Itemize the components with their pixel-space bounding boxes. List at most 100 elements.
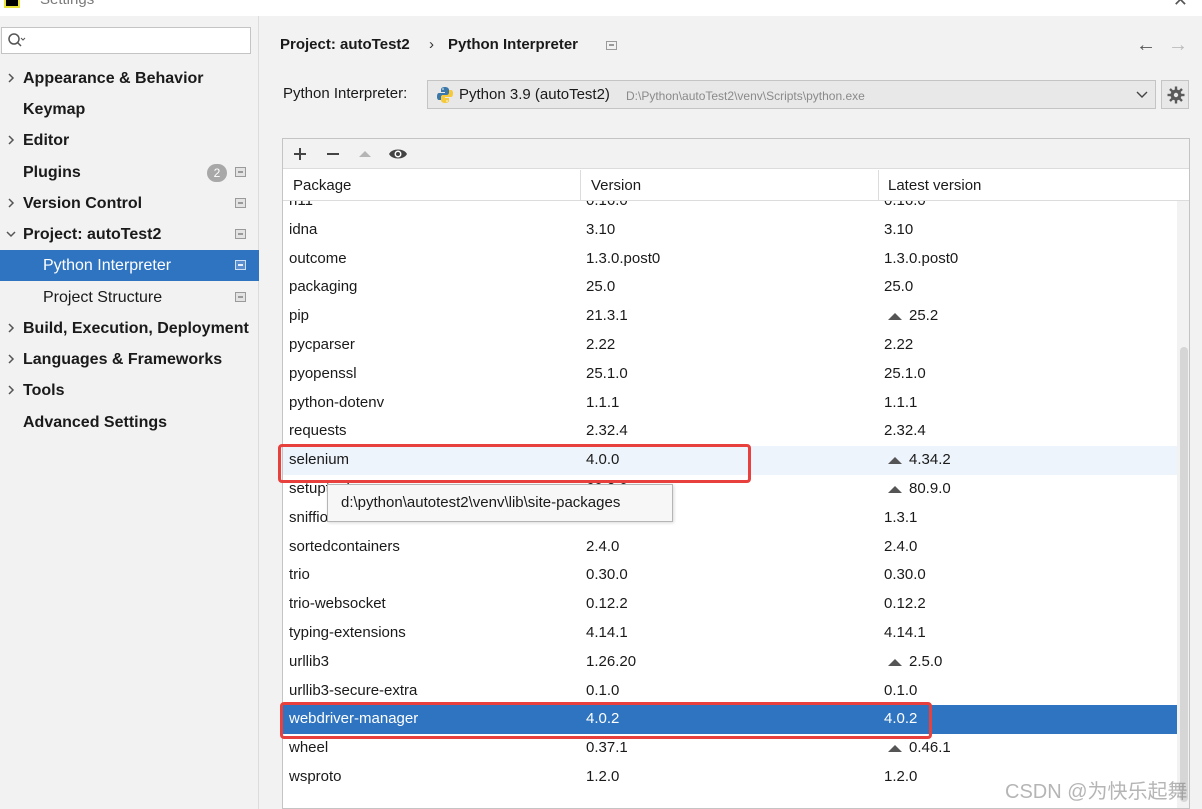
table-row[interactable]: sortedcontainers 2.4.0 2.4.0 xyxy=(283,533,1177,562)
table-row[interactable]: urllib3 1.26.20 2.5.0 xyxy=(283,648,1177,677)
close-icon[interactable]: ✕ xyxy=(1173,0,1188,11)
vertical-scrollbar[interactable] xyxy=(1177,201,1189,808)
package-name: outcome xyxy=(289,250,347,267)
sidebar-item-project-structure[interactable]: Project Structure xyxy=(0,282,259,313)
table-row[interactable]: python-dotenv 1.1.1 1.1.1 xyxy=(283,389,1177,418)
table-row[interactable]: trio 0.30.0 0.30.0 xyxy=(283,561,1177,590)
package-name: trio-websocket xyxy=(289,595,386,612)
chevron-right-icon xyxy=(8,385,15,395)
package-version: 25.1.0 xyxy=(586,365,628,382)
package-name: typing-extensions xyxy=(289,624,406,641)
interpreter-select[interactable]: Python 3.9 (autoTest2) D:\Python\autoTes… xyxy=(427,80,1156,109)
sidebar-item-label: Languages & Frameworks xyxy=(23,350,223,368)
project-scope-icon xyxy=(235,167,246,177)
package-version: 0.16.0 xyxy=(586,201,628,209)
sidebar-item-label: Advanced Settings xyxy=(23,413,168,431)
sidebar-item-label: Plugins xyxy=(23,163,81,181)
package-version: 21.3.1 xyxy=(586,307,628,324)
eye-icon[interactable] xyxy=(388,144,408,164)
table-row[interactable]: h11 0.16.0 0.16.0 xyxy=(283,201,1177,216)
sidebar-item-editor[interactable]: Editor xyxy=(0,125,259,156)
search-input[interactable] xyxy=(1,27,251,54)
settings-sidebar: Appearance & Behavior Keymap Editor Plug… xyxy=(0,16,259,809)
chevron-right-icon xyxy=(8,135,15,145)
package-version: 1.3.0.post0 xyxy=(586,250,661,267)
package-name: python-dotenv xyxy=(289,394,385,411)
interpreter-path: D:\Python\autoTest2\venv\Scripts\python.… xyxy=(626,89,865,103)
sidebar-item-python-interpreter[interactable]: Python Interpreter xyxy=(0,250,259,281)
sidebar-item-languages[interactable]: Languages & Frameworks xyxy=(0,344,259,375)
sidebar-item-label: Version Control xyxy=(23,194,143,212)
window-title: Settings xyxy=(40,0,94,8)
project-scope-icon xyxy=(606,41,617,50)
remove-package-icon[interactable] xyxy=(323,144,343,164)
upgrade-available-icon xyxy=(888,659,902,666)
column-header-latest-version[interactable]: Latest version xyxy=(888,177,981,194)
column-header-version[interactable]: Version xyxy=(591,177,641,194)
sidebar-item-advanced-settings[interactable]: Advanced Settings xyxy=(0,407,259,438)
package-name: h11 xyxy=(289,201,313,209)
back-arrow-icon[interactable]: ← xyxy=(1136,34,1156,57)
package-latest-version: 0.12.2 xyxy=(884,595,926,612)
sidebar-item-label: Project: autoTest2 xyxy=(23,225,162,243)
sidebar-item-plugins[interactable]: Plugins 2 xyxy=(0,157,259,188)
packages-toolbar xyxy=(283,139,1189,169)
package-latest-version: 1.1.1 xyxy=(884,394,918,411)
chevron-down-icon xyxy=(6,231,16,238)
package-name: sniffio xyxy=(289,509,328,526)
column-divider[interactable] xyxy=(580,170,581,201)
update-count-badge: 2 xyxy=(207,164,227,182)
package-latest-version: 2.22 xyxy=(884,336,914,353)
sidebar-item-build[interactable]: Build, Execution, Deployment xyxy=(0,313,259,344)
package-version: 25.0 xyxy=(586,278,616,295)
table-row[interactable]: trio-websocket 0.12.2 0.12.2 xyxy=(283,590,1177,619)
package-version: 4.14.1 xyxy=(586,624,628,641)
python-icon xyxy=(437,87,453,103)
chevron-right-icon xyxy=(8,323,15,333)
upgrade-available-icon xyxy=(888,313,902,320)
package-latest-version: 25.0 xyxy=(884,278,914,295)
table-row[interactable]: pyopenssl 25.1.0 25.1.0 xyxy=(283,360,1177,389)
package-name: requests xyxy=(289,422,347,439)
interpreter-name: Python 3.9 (autoTest2) xyxy=(459,86,610,103)
sidebar-item-label: Build, Execution, Deployment xyxy=(23,319,249,337)
sidebar-item-keymap[interactable]: Keymap xyxy=(0,94,259,125)
table-row[interactable]: typing-extensions 4.14.1 4.14.1 xyxy=(283,619,1177,648)
upgrade-package-icon[interactable] xyxy=(355,144,375,164)
package-name: pyopenssl xyxy=(289,365,357,382)
page-title: Python Interpreter xyxy=(448,36,579,53)
package-latest-version: 0.30.0 xyxy=(884,566,926,583)
package-path-tooltip: d:\python\autotest2\venv\lib\site-packag… xyxy=(327,484,673,522)
table-row[interactable]: idna 3.10 3.10 xyxy=(283,216,1177,245)
table-row[interactable]: pycparser 2.22 2.22 xyxy=(283,331,1177,360)
package-version: 2.32.4 xyxy=(586,422,628,439)
table-row[interactable]: outcome 1.3.0.post0 1.3.0.post0 xyxy=(283,245,1177,274)
interpreter-settings-button[interactable] xyxy=(1161,80,1189,109)
package-name: pycparser xyxy=(289,336,355,353)
package-latest-version: 2.32.4 xyxy=(884,422,926,439)
column-divider[interactable] xyxy=(878,170,879,201)
sidebar-item-appearance[interactable]: Appearance & Behavior xyxy=(0,63,259,94)
package-version: 0.1.0 xyxy=(586,682,620,699)
sidebar-item-project[interactable]: Project: autoTest2 xyxy=(0,219,259,250)
forward-arrow-icon[interactable]: → xyxy=(1168,34,1188,57)
package-name: packaging xyxy=(289,278,358,295)
breadcrumb-separator: › xyxy=(429,36,434,53)
package-name: wsproto xyxy=(289,768,342,785)
upgrade-available-icon xyxy=(888,457,902,464)
search-icon xyxy=(8,33,26,47)
package-version: 0.30.0 xyxy=(586,566,628,583)
table-row[interactable]: pip 21.3.1 25.2 xyxy=(283,302,1177,331)
sidebar-item-tools[interactable]: Tools xyxy=(0,375,259,406)
sidebar-item-label: Editor xyxy=(23,131,70,149)
chevron-right-icon xyxy=(8,198,15,208)
scrollbar-thumb[interactable] xyxy=(1180,347,1188,802)
package-latest-version: 2.4.0 xyxy=(884,538,918,555)
column-header-package[interactable]: Package xyxy=(293,177,351,194)
table-row[interactable]: packaging 25.0 25.0 xyxy=(283,273,1177,302)
sidebar-item-version-control[interactable]: Version Control xyxy=(0,188,259,219)
package-latest-version: 80.9.0 xyxy=(909,480,951,497)
table-row[interactable]: requests 2.32.4 2.32.4 xyxy=(283,417,1177,446)
breadcrumb-project[interactable]: Project: autoTest2 xyxy=(280,36,410,53)
add-package-icon[interactable] xyxy=(290,144,310,164)
